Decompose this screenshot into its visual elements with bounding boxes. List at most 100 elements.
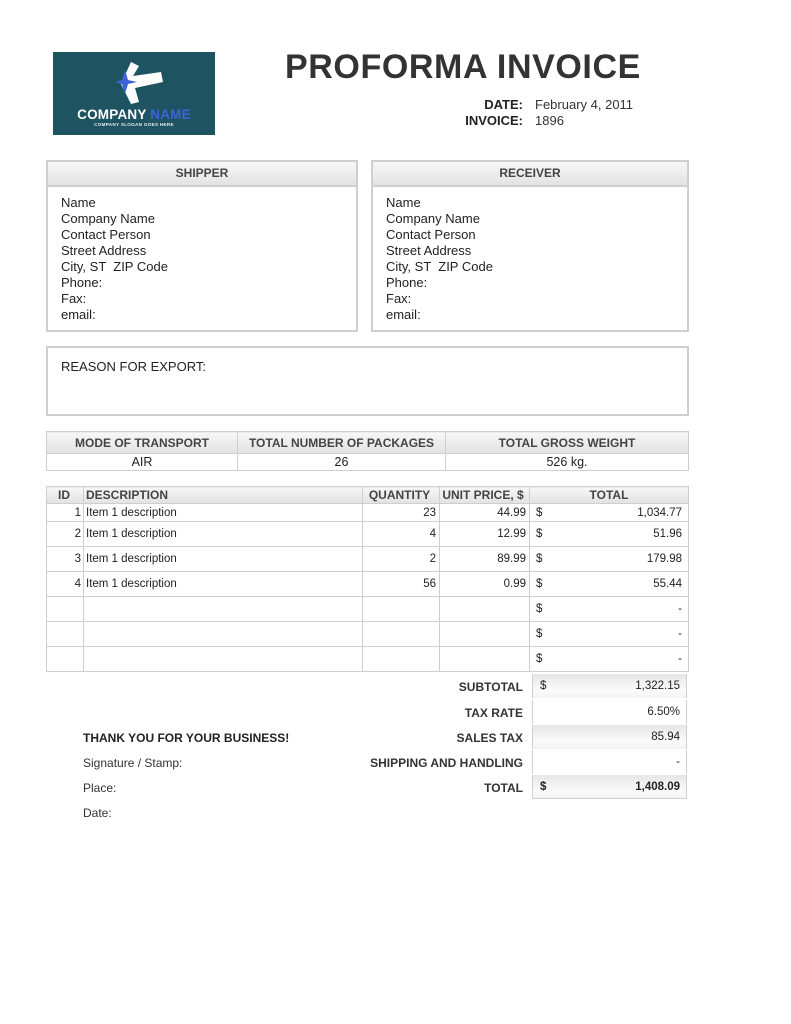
grand-total-currency: $ [540, 781, 547, 793]
item-total: - [678, 603, 682, 615]
shipping-handling-label: SHIPPING AND HANDLING [370, 756, 523, 770]
item-currency: $ [536, 506, 543, 519]
subtotal-cell: $ 1,322.15 [532, 674, 687, 698]
item-total-cell: $ - [529, 596, 689, 622]
item-unit-price [439, 646, 530, 672]
transport-header-row: MODE OF TRANSPORT TOTAL NUMBER OF PACKAG… [46, 431, 689, 454]
receiver-fax: Fax: [386, 291, 412, 306]
item-description [83, 596, 363, 622]
total-gross-weight-value: 526 kg. [445, 453, 689, 471]
item-total-cell: $ - [529, 646, 689, 672]
transport-value-row: AIR 26 526 kg. [46, 453, 689, 471]
table-row: 1 Item 1 description 23 44.99 $1,034.77 [46, 503, 689, 522]
receiver-address: Name Company Name Contact Person Street … [373, 187, 687, 323]
total-packages-header: TOTAL NUMBER OF PACKAGES [237, 431, 446, 454]
table-row: $ - [46, 621, 689, 647]
item-description: Item 1 description [83, 571, 363, 597]
item-id [46, 596, 84, 622]
item-id: 1 [46, 503, 84, 522]
company-slogan: COMPANY SLOGAN GOES HERE [94, 122, 174, 127]
date-value: February 4, 2011 [535, 97, 634, 112]
item-description: Item 1 description [83, 521, 363, 547]
item-quantity: 23 [362, 503, 440, 522]
item-currency: $ [536, 578, 543, 590]
total-packages-value: 26 [237, 453, 446, 471]
date-footer-label: Date: [83, 806, 112, 820]
date-label: DATE: [484, 97, 523, 112]
grand-total-value: 1,408.09 [635, 781, 680, 793]
item-total-cell: $179.98 [529, 546, 689, 572]
item-id: 4 [46, 571, 84, 597]
item-quantity: 56 [362, 571, 440, 597]
item-currency: $ [536, 553, 543, 565]
item-unit-price: 12.99 [439, 521, 530, 547]
item-currency: $ [536, 628, 543, 640]
item-unit-price [439, 621, 530, 647]
subtotal-label: SUBTOTAL [458, 680, 523, 694]
company-name-accent: NAME [150, 107, 191, 122]
reason-for-export-box: REASON FOR EXPORT: [46, 346, 689, 416]
item-description [83, 621, 363, 647]
unit-price-header: UNIT PRICE, $ [439, 486, 530, 504]
receiver-name: Name [386, 195, 421, 210]
receiver-company: Company Name [386, 211, 480, 226]
shipper-company: Company Name [61, 211, 155, 226]
item-quantity: 2 [362, 546, 440, 572]
reason-for-export-label: REASON FOR EXPORT: [61, 359, 206, 374]
item-description: Item 1 description [83, 546, 363, 572]
mode-of-transport-header: MODE OF TRANSPORT [46, 431, 238, 454]
shipper-phone: Phone: [61, 275, 103, 290]
item-quantity [362, 646, 440, 672]
item-quantity [362, 621, 440, 647]
invoice-label: INVOICE: [465, 113, 523, 128]
quantity-header: QUANTITY [362, 486, 440, 504]
company-logo: COMPANY NAME COMPANY SLOGAN GOES HERE [53, 52, 215, 135]
item-id [46, 621, 84, 647]
items-table: ID DESCRIPTION QUANTITY UNIT PRICE, $ TO… [46, 486, 689, 672]
item-id: 2 [46, 521, 84, 547]
item-total: 179.98 [646, 553, 682, 565]
subtotal-currency: $ [540, 680, 547, 692]
item-total: - [678, 653, 682, 665]
item-total: - [678, 628, 682, 640]
subtotal-value: 1,322.15 [635, 680, 680, 692]
mode-of-transport-value: AIR [46, 453, 238, 471]
item-total: 1,034.77 [637, 506, 682, 519]
receiver-phone: Phone: [386, 275, 428, 290]
item-total-cell: $1,034.77 [529, 503, 689, 522]
table-row: $ - [46, 646, 689, 672]
shipper-fax: Fax: [61, 291, 87, 306]
item-quantity [362, 596, 440, 622]
item-quantity: 4 [362, 521, 440, 547]
receiver-city: City, ST ZIP Code [386, 259, 493, 274]
receiver-header: RECEIVER [373, 162, 687, 187]
item-unit-price [439, 596, 530, 622]
item-unit-price: 44.99 [439, 503, 530, 522]
items-header-row: ID DESCRIPTION QUANTITY UNIT PRICE, $ TO… [46, 486, 689, 504]
invoice-number: 1896 [535, 113, 564, 128]
shipper-header: SHIPPER [48, 162, 356, 187]
item-total-cell: $51.96 [529, 521, 689, 547]
receiver-contact: Contact Person [386, 227, 476, 242]
transport-table: MODE OF TRANSPORT TOTAL NUMBER OF PACKAG… [46, 431, 689, 471]
item-description: Item 1 description [83, 503, 363, 522]
item-currency: $ [536, 528, 543, 540]
company-name: COMPANY NAME [53, 107, 215, 122]
shipping-handling-cell: - [532, 750, 687, 774]
grand-total-label: TOTAL [484, 781, 523, 795]
shipper-email: email: [61, 307, 96, 322]
item-unit-price: 0.99 [439, 571, 530, 597]
sales-tax-value: 85.94 [651, 731, 680, 743]
table-row: 3 Item 1 description 2 89.99 $179.98 [46, 546, 689, 572]
table-row: $ - [46, 596, 689, 622]
shipper-address: Name Company Name Contact Person Street … [48, 187, 356, 323]
sales-tax-label: SALES TAX [456, 731, 523, 745]
item-description [83, 646, 363, 672]
total-header: TOTAL [529, 486, 689, 504]
item-id [46, 646, 84, 672]
shipping-handling-value: - [676, 756, 680, 768]
item-id: 3 [46, 546, 84, 572]
shipper-name: Name [61, 195, 96, 210]
shipper-box: SHIPPER Name Company Name Contact Person… [46, 160, 358, 332]
table-row: 2 Item 1 description 4 12.99 $51.96 [46, 521, 689, 547]
